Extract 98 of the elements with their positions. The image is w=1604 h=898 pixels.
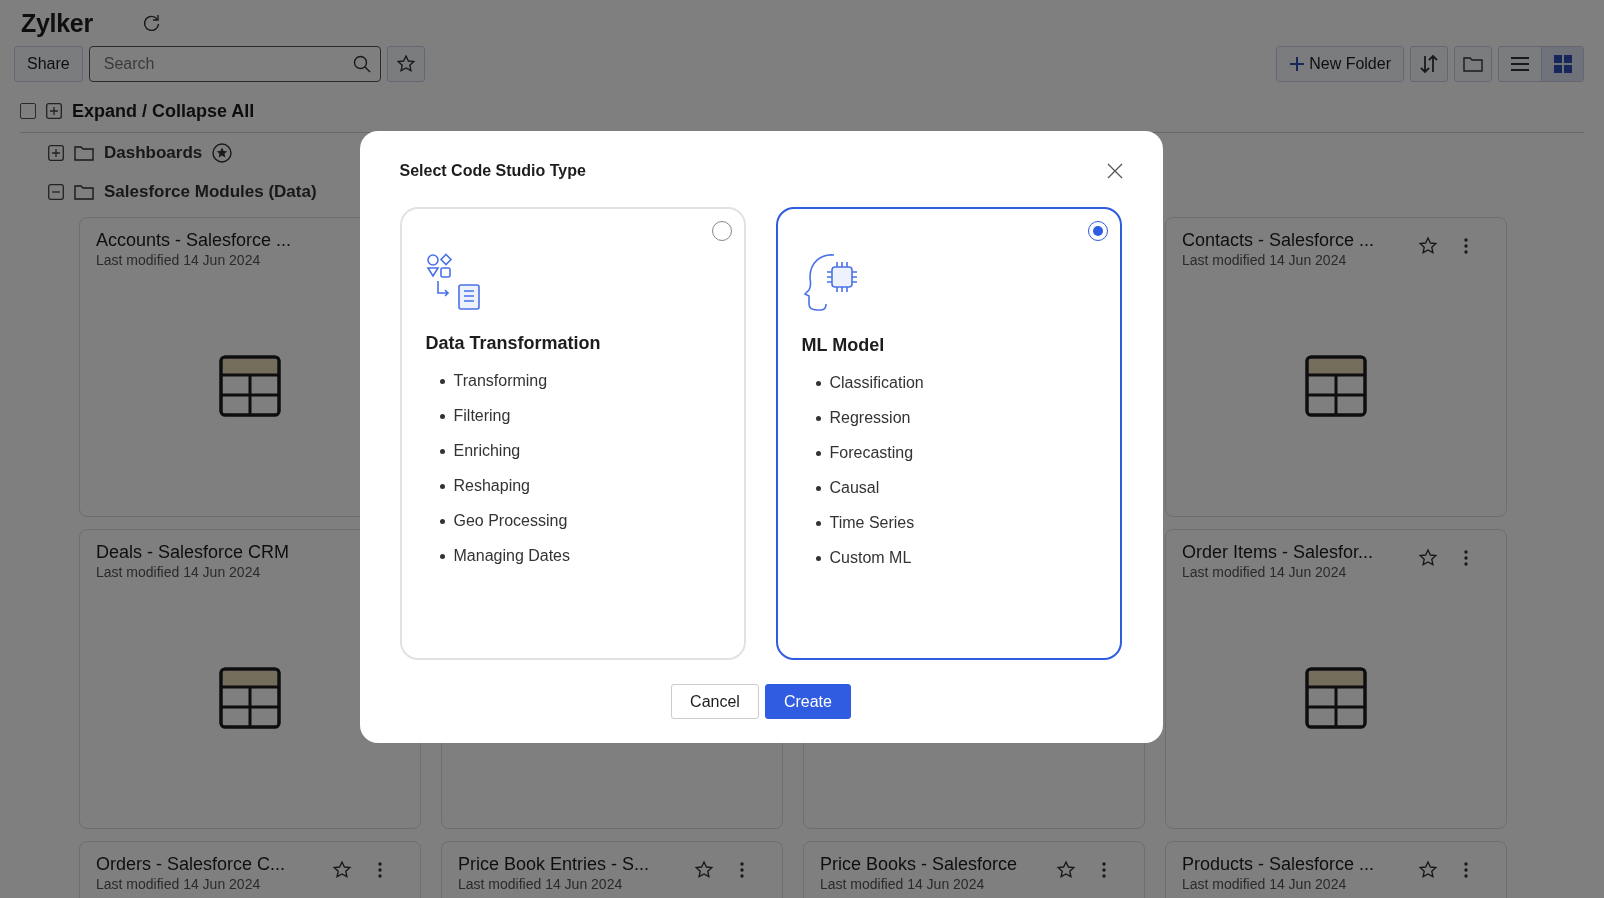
option-feature: Regression	[829, 409, 911, 427]
card-title: Products - Salesforce ...	[1182, 854, 1376, 875]
card-subtitle: Last modified 14 Jun 2024	[1182, 876, 1348, 892]
option-title: Data Transformation	[425, 333, 602, 354]
table-icon	[219, 355, 281, 417]
search-field[interactable]: Search	[88, 46, 381, 82]
close-icon	[1106, 163, 1123, 179]
shapes-document-icon	[425, 253, 482, 311]
sort-icon	[1419, 54, 1439, 74]
folder-button[interactable]	[1454, 46, 1492, 82]
bullet-icon	[439, 414, 445, 419]
card-title: Accounts - Salesforce ...	[96, 230, 293, 251]
card-title: Order Items - Salesfor...	[1182, 542, 1375, 563]
list-icon	[1510, 56, 1530, 72]
option-card[interactable]: Data Transformation Transforming Filtering Enriching Reshaping Geo Processing Managing Dates	[399, 207, 746, 660]
bullet-icon	[439, 484, 445, 489]
bullet-icon	[815, 451, 821, 456]
select-all-checkbox[interactable]	[20, 103, 36, 119]
expand-icon[interactable]	[48, 144, 64, 161]
share-button[interactable]: Share	[14, 46, 83, 82]
star-icon	[1418, 860, 1438, 880]
folder-name[interactable]: Dashboards	[104, 142, 203, 163]
card-subtitle: Last modified 14 Jun 2024	[1182, 252, 1348, 268]
option-feature: Enriching	[453, 442, 521, 460]
card-subtitle: Last modified 14 Jun 2024	[820, 876, 986, 892]
card-title: Contacts - Salesforce ...	[1182, 230, 1376, 251]
head-chip-icon	[801, 253, 860, 313]
dataset-card[interactable]: Order Items - Salesfor... Last modified 14 Jun 2024	[1165, 529, 1507, 829]
card-subtitle: Last modified 14 Jun 2024	[1182, 564, 1348, 580]
card-title: Deals - Salesforce CRM	[96, 542, 291, 563]
bullet-icon	[815, 556, 821, 561]
folder-icon	[1463, 55, 1483, 73]
more-icon[interactable]	[1102, 862, 1106, 878]
bullet-icon	[439, 519, 445, 524]
option-feature: Forecasting	[829, 444, 914, 462]
card-subtitle: Last modified 14 Jun 2024	[96, 252, 262, 268]
folder-name[interactable]: Salesforce Modules (Data)	[104, 181, 317, 202]
option-feature: Filtering	[453, 407, 511, 425]
grid-icon	[1553, 55, 1572, 73]
bullet-icon	[439, 379, 445, 384]
bullet-icon	[815, 416, 821, 421]
dialog-title: Select Code Studio Type	[399, 162, 586, 180]
option-card[interactable]: ML Model Classification Regression Forecasting Causal Time Series Custom ML	[775, 207, 1122, 660]
option-title: ML Model	[801, 335, 886, 356]
dataset-card[interactable]: Price Books - Salesforce Last modified 14 Jun 2024	[803, 841, 1145, 898]
expand-collapse-label[interactable]: Expand / Collapse All	[72, 100, 255, 122]
folder-icon	[74, 182, 94, 201]
cancel-button[interactable]: Cancel	[671, 684, 759, 719]
card-title: Orders - Salesforce C...	[96, 854, 287, 875]
search-icon	[352, 55, 371, 73]
folder-icon	[74, 143, 94, 162]
card-title: Price Books - Salesforce	[820, 854, 1019, 875]
more-icon[interactable]	[740, 862, 744, 878]
star-icon	[332, 860, 352, 880]
option-feature: Causal	[829, 479, 880, 497]
star-icon	[395, 54, 416, 74]
star-icon	[1056, 860, 1076, 880]
bullet-icon	[815, 486, 821, 491]
more-icon[interactable]	[1464, 550, 1468, 566]
bullet-icon	[815, 521, 821, 526]
favorites-button[interactable]	[386, 46, 425, 82]
option-feature: Time Series	[829, 514, 915, 532]
option-feature: Transforming	[453, 372, 548, 390]
collapse-icon[interactable]	[48, 183, 64, 200]
expand-icon[interactable]	[46, 103, 62, 119]
dataset-card[interactable]: Price Book Entries - S... Last modified 14 Jun 2024	[441, 841, 783, 898]
view-toggle[interactable]	[1541, 47, 1583, 81]
option-feature: Classification	[829, 374, 924, 392]
create-button[interactable]: Create	[764, 684, 851, 719]
option-feature: Custom ML	[829, 549, 912, 567]
card-title: Price Book Entries - S...	[458, 854, 651, 875]
bullet-icon	[439, 449, 445, 454]
star-icon	[1418, 548, 1438, 568]
more-icon[interactable]	[1464, 238, 1468, 254]
table-icon	[219, 667, 281, 729]
star-icon	[694, 860, 714, 880]
more-icon[interactable]	[378, 862, 382, 878]
card-subtitle: Last modified 14 Jun 2024	[96, 564, 262, 580]
new-folder-button[interactable]: New Folder	[1276, 46, 1404, 82]
star-icon	[1418, 236, 1438, 256]
more-icon[interactable]	[1464, 862, 1468, 878]
option-feature: Reshaping	[453, 477, 530, 495]
table-icon	[1305, 355, 1367, 417]
dataset-card[interactable]: Contacts - Salesforce ... Last modified 14 Jun 2024	[1165, 217, 1507, 517]
close-button[interactable]	[1106, 163, 1123, 179]
table-icon	[1305, 667, 1367, 729]
bullet-icon	[439, 554, 445, 559]
dataset-card[interactable]: Orders - Salesforce C... Last modified 14 Jun 2024	[79, 841, 421, 898]
sort-button[interactable]	[1410, 46, 1448, 82]
star-badge-icon	[212, 142, 233, 163]
bullet-icon	[815, 381, 821, 386]
card-subtitle: Last modified 14 Jun 2024	[458, 876, 624, 892]
plus-icon	[1289, 56, 1306, 72]
option-feature: Geo Processing	[453, 512, 568, 530]
app-title: Zylker	[21, 8, 93, 38]
card-subtitle: Last modified 14 Jun 2024	[96, 876, 262, 892]
option-feature: Managing Dates	[453, 547, 570, 565]
dataset-card[interactable]: Products - Salesforce ... Last modified 14 Jun 2024	[1165, 841, 1507, 898]
